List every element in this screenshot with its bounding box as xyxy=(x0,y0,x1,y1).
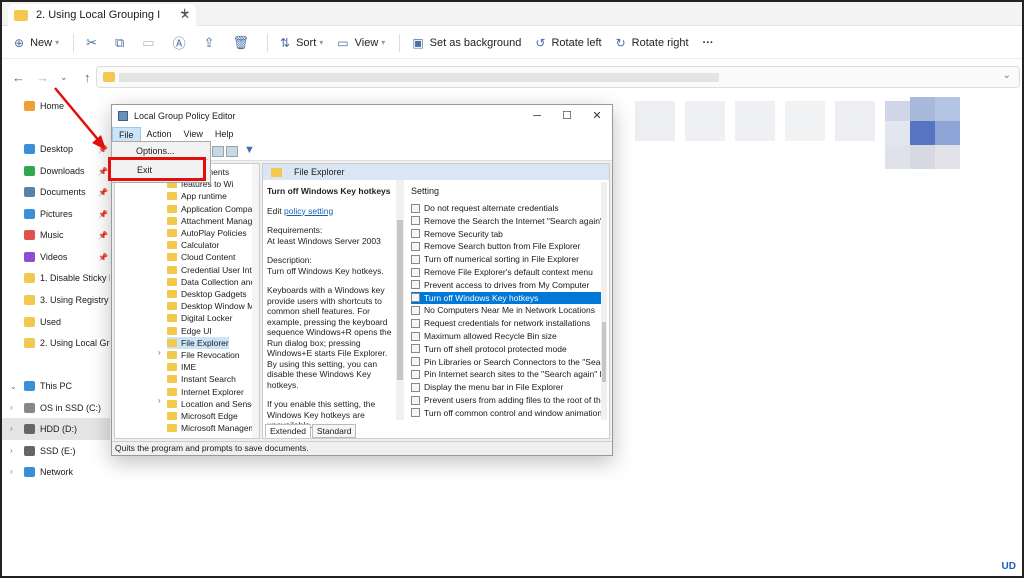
annotation-arrow xyxy=(54,87,106,150)
arrow-head xyxy=(92,135,106,150)
arrow-shaft xyxy=(54,87,101,143)
